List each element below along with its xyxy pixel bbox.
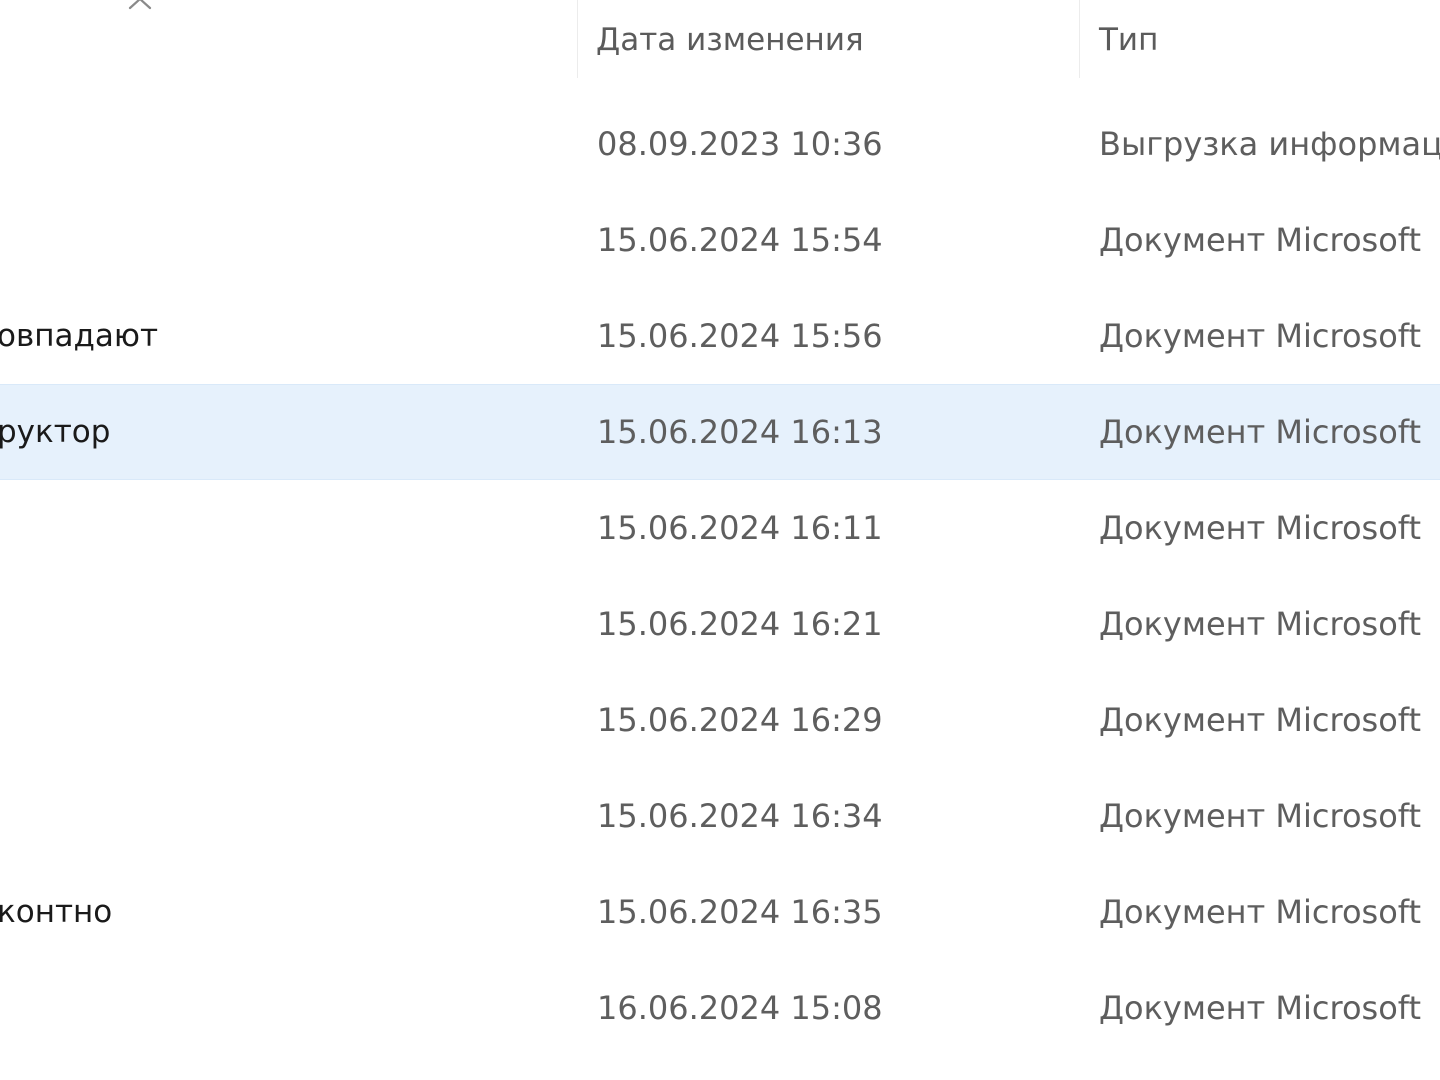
file-row[interactable]: 15.06.2024 16:21 Документ Microsoft — [0, 576, 1440, 672]
file-row[interactable]: 15.06.2024 16:11 Документ Microsoft — [0, 480, 1440, 576]
file-type: Документ Microsoft — [1099, 221, 1422, 259]
file-type: Документ Microsoft — [1099, 509, 1422, 547]
file-date-modified: 15.06.2024 16:35 — [597, 893, 883, 931]
file-date-modified: 15.06.2024 15:56 — [597, 317, 883, 355]
file-name: овпадают — [0, 318, 159, 354]
file-row[interactable]: 15.06.2024 15:54 Документ Microsoft — [0, 192, 1440, 288]
file-list: 08.09.2023 10:36 Выгрузка информац 15.06… — [0, 96, 1440, 1056]
column-header-label: Тип — [1099, 22, 1159, 58]
file-row[interactable]: контно 15.06.2024 16:35 Документ Microso… — [0, 864, 1440, 960]
file-date-modified: 08.09.2023 10:36 — [597, 125, 883, 163]
column-header-type[interactable]: Тип — [1099, 0, 1158, 80]
file-date-modified: 15.06.2024 15:54 — [597, 221, 883, 259]
file-row-selected[interactable]: руктор 15.06.2024 16:13 Документ Microso… — [0, 384, 1440, 480]
file-type: Документ Microsoft — [1099, 989, 1422, 1027]
file-row[interactable]: 15.06.2024 16:34 Документ Microsoft — [0, 768, 1440, 864]
file-date-modified: 15.06.2024 16:13 — [597, 413, 883, 451]
column-header-label: Дата изменения — [596, 22, 864, 58]
file-type: Документ Microsoft — [1099, 893, 1422, 931]
file-type: Документ Microsoft — [1099, 317, 1422, 355]
file-type: Выгрузка информац — [1099, 125, 1440, 163]
file-date-modified: 15.06.2024 16:11 — [597, 509, 883, 547]
file-row[interactable]: 08.09.2023 10:36 Выгрузка информац — [0, 96, 1440, 192]
file-type: Документ Microsoft — [1099, 797, 1422, 835]
file-name: руктор — [0, 414, 111, 450]
file-row[interactable]: 16.06.2024 15:08 Документ Microsoft — [0, 960, 1440, 1056]
column-header-bar: Дата изменения Тип — [0, 0, 1440, 84]
file-type: Документ Microsoft — [1099, 605, 1422, 643]
file-name: контно — [0, 894, 113, 930]
file-explorer-details-view: Дата изменения Тип 08.09.2023 10:36 Выгр… — [0, 0, 1440, 1080]
column-separator[interactable] — [577, 0, 578, 78]
file-date-modified: 16.06.2024 15:08 — [597, 989, 883, 1027]
file-date-modified: 15.06.2024 16:29 — [597, 701, 883, 739]
column-header-date-modified[interactable]: Дата изменения — [596, 0, 864, 80]
file-row[interactable]: 15.06.2024 16:29 Документ Microsoft — [0, 672, 1440, 768]
file-date-modified: 15.06.2024 16:34 — [597, 797, 883, 835]
chevron-up-icon[interactable] — [126, 0, 154, 14]
file-row[interactable]: овпадают 15.06.2024 15:56 Документ Micro… — [0, 288, 1440, 384]
column-separator[interactable] — [1079, 0, 1080, 78]
file-date-modified: 15.06.2024 16:21 — [597, 605, 883, 643]
file-type: Документ Microsoft — [1099, 701, 1422, 739]
file-type: Документ Microsoft — [1099, 413, 1422, 451]
